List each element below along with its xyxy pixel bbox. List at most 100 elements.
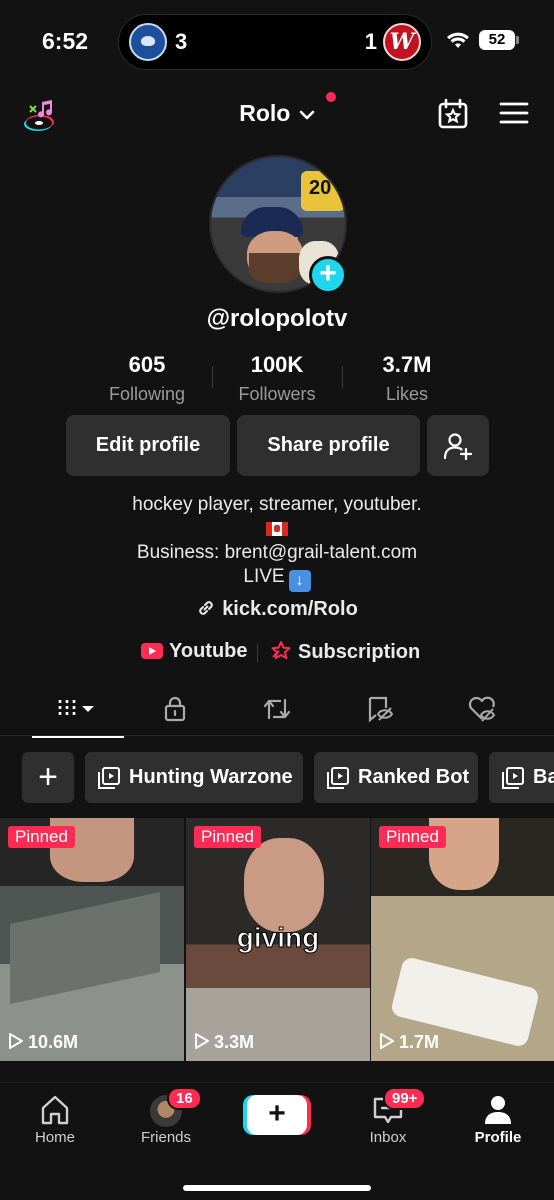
account-switcher[interactable]: Rolo (0, 100, 554, 127)
wifi-icon (447, 32, 469, 48)
video-caption: giving (236, 922, 320, 954)
canada-flag-icon (266, 521, 288, 536)
status-time: 6:52 (42, 28, 89, 54)
nationals-logo-icon: W (383, 23, 421, 61)
stat-followers[interactable]: 100K Followers (212, 352, 342, 405)
notification-dot (326, 92, 336, 102)
add-user-icon (443, 433, 473, 461)
video-thumbnail[interactable]: giving Pinned 3.3M (186, 818, 370, 1061)
chevron-down-icon (299, 110, 315, 120)
view-count-value: 1.7M (399, 1032, 440, 1052)
play-icon (380, 1033, 394, 1049)
down-arrow-emoji-icon: ↓ (288, 570, 311, 592)
pinned-badge: Pinned (8, 826, 75, 848)
profile-link-text: kick.com/Rolo (222, 598, 358, 620)
youtube-label: Youtube (169, 640, 248, 662)
playlist-chip[interactable]: Hunting Warzone (85, 752, 303, 803)
add-friends-button[interactable] (427, 415, 489, 476)
subscription-label: Subscription (298, 641, 421, 663)
home-indicator[interactable] (183, 1185, 371, 1191)
view-count: 1.7M (379, 1032, 439, 1053)
score-left: 3 (175, 29, 188, 54)
stat-likes-value: 3.7M (382, 352, 432, 377)
stat-likes[interactable]: 3.7M Likes (342, 352, 472, 405)
tab-reposts[interactable] (247, 694, 307, 728)
home-icon (41, 1095, 69, 1125)
playlist-chip[interactable]: Ranked Bot (314, 752, 478, 803)
play-icon (195, 1033, 209, 1049)
stat-following-value: 605 (128, 352, 166, 377)
video-thumbnail[interactable]: Pinned 1.7M (371, 818, 554, 1061)
playlist-label: Hunting Warzone (129, 766, 293, 788)
profile-person-icon (485, 1096, 511, 1124)
bio-line: Business: brent@grail-talent.com (136, 542, 418, 563)
view-count-value: 3.3M (214, 1032, 255, 1052)
playlist-label: Ranked Bot (358, 766, 470, 788)
avatar-jersey-number: 20 (309, 177, 332, 199)
nav-inbox[interactable]: 99+ Inbox (343, 1087, 433, 1146)
tab-liked[interactable] (452, 694, 512, 728)
subscription-link[interactable]: Subscription (270, 640, 420, 664)
avatar-beard (249, 253, 301, 283)
add-playlist-button[interactable]: + (22, 752, 74, 803)
thumbnail-scene (10, 892, 160, 1004)
nav-home[interactable]: Home (10, 1093, 100, 1146)
heart-hidden-icon (468, 696, 496, 722)
menu-icon[interactable] (499, 101, 529, 125)
pinned-badge: Pinned (379, 826, 446, 848)
add-story-button[interactable]: + (309, 256, 347, 294)
tab-favorites[interactable] (350, 694, 410, 728)
repost-icon (263, 698, 291, 720)
profile-header: Rolo (0, 92, 554, 136)
video-grid: Pinned 10.6M giving Pinned 3.3M Pinned 1… (0, 818, 554, 1064)
nav-friends[interactable]: 16 Friends (121, 1087, 211, 1146)
bio-live-line: LIVE ↓ (0, 565, 554, 592)
nav-profile[interactable]: Profile (453, 1093, 543, 1146)
video-thumbnail[interactable]: Pinned 10.6M (0, 818, 184, 1061)
social-links: Youtube Subscription (0, 640, 554, 668)
thumbnail-face (244, 838, 324, 932)
live-activity-score[interactable]: 3 1 W (118, 14, 432, 70)
subscription-star-icon (271, 641, 291, 660)
bottom-navigation: Home 16 Friends + 99+ Inbox Profile (0, 1082, 554, 1200)
share-profile-button[interactable]: Share profile (237, 415, 420, 476)
blue-jays-logo-icon (129, 23, 167, 61)
profile-bio: hockey player, streamer, youtuber. Busin… (0, 493, 554, 592)
create-button[interactable]: + (247, 1095, 307, 1135)
tab-private[interactable] (145, 694, 205, 728)
playlist-label: Ba (533, 766, 554, 788)
battery-indicator: 52 (479, 30, 519, 50)
nav-home-label: Home (34, 1129, 75, 1146)
youtube-link[interactable]: Youtube (141, 640, 248, 663)
content-tabs (0, 690, 554, 738)
stat-followers-value: 100K (250, 352, 304, 377)
calendar-star-icon[interactable] (437, 98, 469, 130)
link-icon (199, 601, 213, 615)
view-count: 10.6M (8, 1032, 78, 1053)
bio-line: LIVE (243, 566, 285, 587)
bookmark-hidden-icon (368, 696, 394, 723)
play-icon (9, 1033, 23, 1049)
playlist-icon (327, 767, 349, 789)
profile-link[interactable]: kick.com/Rolo (0, 598, 554, 621)
nav-friends-label: Friends (140, 1129, 192, 1146)
view-count-value: 10.6M (28, 1032, 79, 1052)
playlist-chip[interactable]: Ba (489, 752, 554, 803)
friends-badge: 16 (167, 1087, 202, 1110)
account-username: Rolo (239, 100, 291, 126)
profile-handle: @rolopolotv (206, 305, 348, 332)
pinned-badge: Pinned (194, 826, 261, 848)
stat-following-label: Following (108, 384, 186, 404)
edit-profile-button[interactable]: Edit profile (66, 415, 230, 476)
playlist-icon (98, 767, 120, 789)
score-right: 1 (364, 29, 377, 54)
nav-inbox-label: Inbox (369, 1129, 407, 1146)
social-divider (257, 644, 258, 662)
tab-videos[interactable] (32, 694, 124, 738)
nav-profile-label: Profile (474, 1129, 522, 1146)
video-grid-icon (58, 700, 94, 718)
status-bar: 6:52 3 1 W 52 (0, 0, 554, 80)
stat-following[interactable]: 605 Following (82, 352, 212, 405)
avatar-jersey: 20 (301, 171, 345, 211)
nationals-logo-letter: W (389, 29, 415, 55)
